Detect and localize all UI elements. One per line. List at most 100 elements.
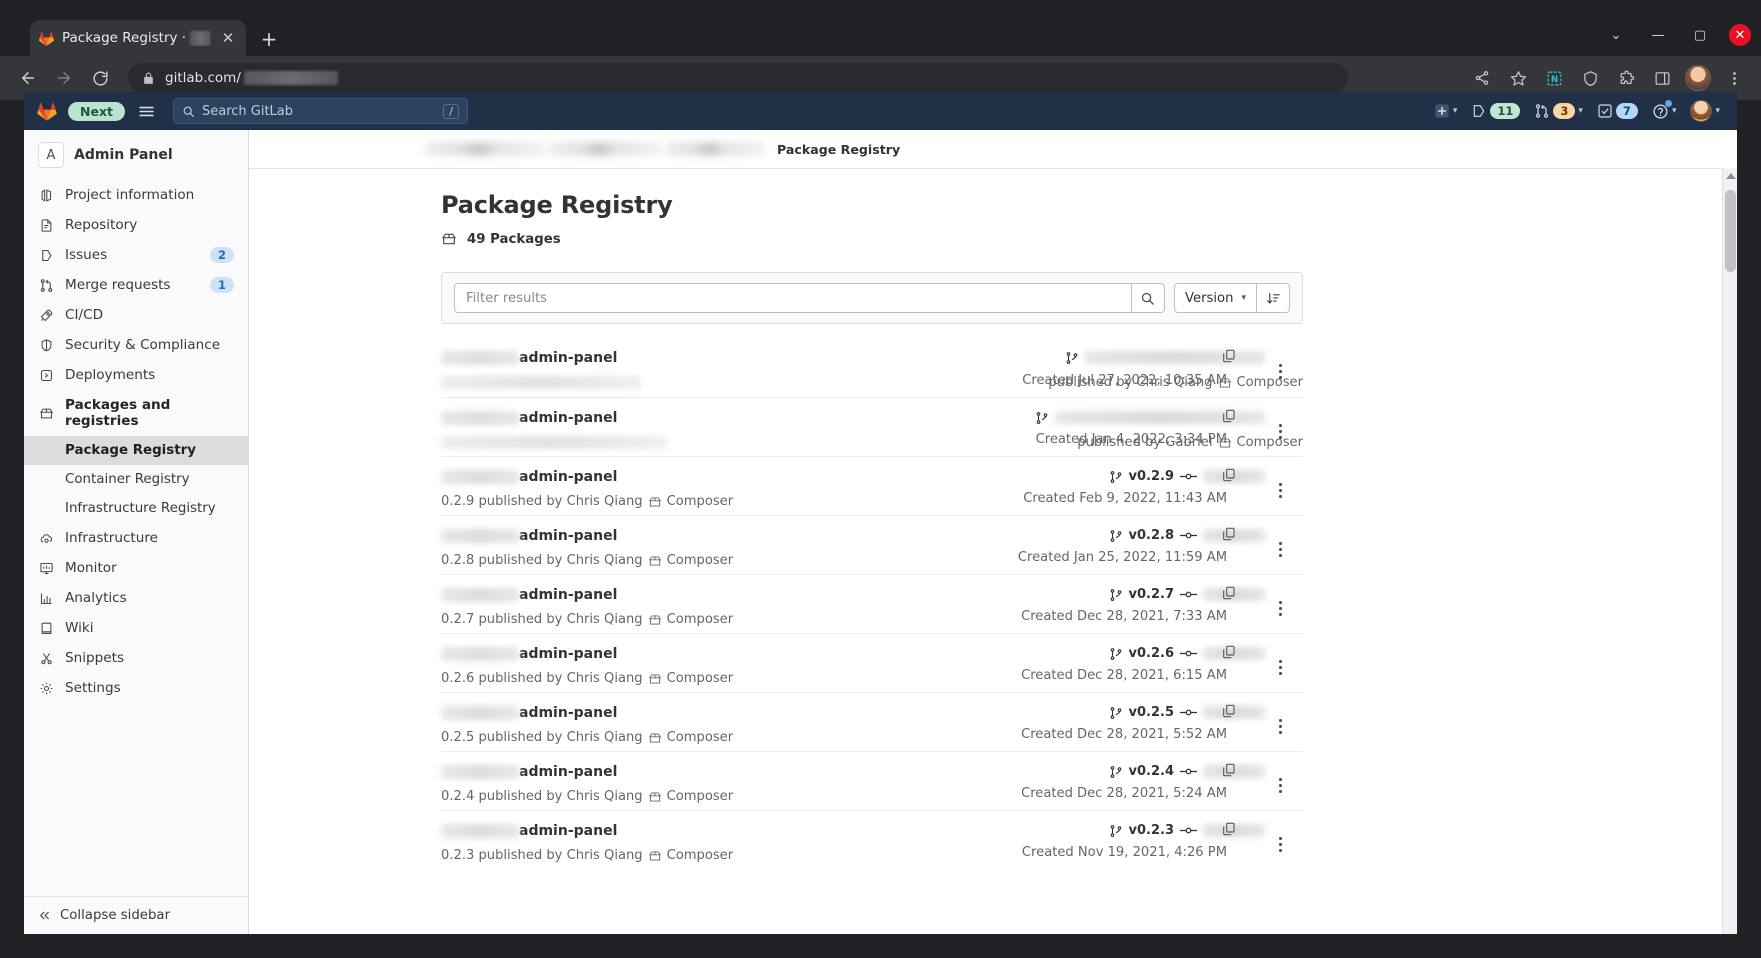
- new-tab-button[interactable]: +: [255, 25, 283, 53]
- copy-icon[interactable]: [1221, 644, 1239, 662]
- rocket-icon: [38, 307, 54, 323]
- more-actions-icon[interactable]: [1269, 595, 1291, 621]
- search-submit-button[interactable]: [1130, 283, 1165, 313]
- table-row[interactable]: admin-panel v0.2.9 0.2.9 published by Ch…: [441, 456, 1303, 515]
- forward-button[interactable]: [48, 62, 80, 94]
- nav-merge-requests-link[interactable]: 3 ▾: [1529, 100, 1588, 122]
- branch-icon: [1109, 765, 1123, 779]
- table-row[interactable]: admin-panel v0.2.4 0.2.4 published by Ch…: [441, 751, 1303, 810]
- collapse-sidebar-button[interactable]: Collapse sidebar: [24, 896, 249, 934]
- sidebar-item-container-registry[interactable]: Container Registry: [24, 465, 248, 494]
- tab-search-chevron-icon[interactable]: ⌄: [1603, 22, 1629, 48]
- filter-results-input[interactable]: Filter results: [454, 283, 1131, 313]
- sidebar-item-merge-requests[interactable]: Merge requests 1: [24, 270, 248, 300]
- package-type-icon: [648, 554, 662, 568]
- page-scrollbar[interactable]: [1722, 168, 1737, 934]
- nav-issues-link[interactable]: 11: [1466, 100, 1525, 122]
- package-name[interactable]: admin-panel: [441, 469, 617, 485]
- table-row[interactable]: admin-panel v0.2.6 0.2.6 published by Ch…: [441, 633, 1303, 692]
- copy-icon[interactable]: [1221, 703, 1239, 721]
- copy-icon[interactable]: [1221, 762, 1239, 780]
- side-panel-icon[interactable]: [1647, 63, 1677, 93]
- copy-icon[interactable]: [1221, 467, 1239, 485]
- sidebar-item-project-information[interactable]: Project information: [24, 180, 248, 210]
- nav-help-button[interactable]: ▾: [1647, 99, 1682, 123]
- bookmark-star-icon[interactable]: [1503, 63, 1533, 93]
- close-tab-icon[interactable]: ✕: [218, 28, 238, 48]
- copy-icon[interactable]: [1221, 526, 1239, 544]
- table-row[interactable]: admin-panel v0.2.8 0.2.8 published by Ch…: [441, 515, 1303, 574]
- scroll-up-arrow-icon[interactable]: [1726, 173, 1736, 179]
- table-row[interactable]: admin-panel v0.2.3 0.2.3 published by Ch…: [441, 810, 1303, 869]
- sidebar-item-infrastructure-registry[interactable]: Infrastructure Registry: [24, 494, 248, 523]
- sidebar-item-deployments[interactable]: Deployments: [24, 360, 248, 390]
- sidebar-item-infrastructure[interactable]: Infrastructure: [24, 523, 248, 553]
- copy-icon[interactable]: [1221, 408, 1239, 426]
- more-actions-icon[interactable]: [1269, 477, 1291, 503]
- reload-button[interactable]: [84, 62, 116, 94]
- table-row[interactable]: admin-panel: [441, 397, 1303, 456]
- copy-icon[interactable]: [1221, 821, 1239, 839]
- copy-icon[interactable]: [1221, 585, 1239, 603]
- sidebar-item-packages-and-registries[interactable]: Packages and registries: [24, 390, 248, 436]
- browser-menu-icon[interactable]: [1719, 63, 1749, 93]
- next-badge[interactable]: Next: [68, 101, 125, 121]
- package-name[interactable]: admin-panel: [441, 350, 617, 366]
- package-name[interactable]: admin-panel: [441, 764, 617, 780]
- extension-n-icon[interactable]: N: [1539, 63, 1569, 93]
- more-actions-icon[interactable]: [1269, 358, 1291, 384]
- copy-icon[interactable]: [1221, 348, 1239, 366]
- sidebar-item-monitor[interactable]: Monitor: [24, 553, 248, 583]
- sidebar-item-settings[interactable]: Settings: [24, 673, 248, 703]
- search-input[interactable]: Search GitLab /: [172, 98, 468, 124]
- user-menu[interactable]: ▾: [1685, 97, 1725, 125]
- create-new-button[interactable]: ▾: [1429, 100, 1463, 122]
- more-actions-icon[interactable]: [1269, 713, 1291, 739]
- minimize-button[interactable]: —: [1645, 22, 1671, 48]
- maximize-button[interactable]: ▢: [1687, 22, 1713, 48]
- more-actions-icon[interactable]: [1269, 772, 1291, 798]
- nav-todos-link[interactable]: 7: [1592, 100, 1643, 122]
- sidebar-item-package-registry[interactable]: Package Registry: [24, 436, 248, 465]
- gitlab-logo[interactable]: [36, 100, 58, 122]
- sidebar-item-issues[interactable]: Issues 2: [24, 240, 248, 270]
- package-name[interactable]: admin-panel: [441, 528, 617, 544]
- sidebar-item-wiki[interactable]: Wiki: [24, 613, 248, 643]
- sidebar-item-snippets[interactable]: Snippets: [24, 643, 248, 673]
- breadcrumb-redacted-section[interactable]: [665, 142, 765, 156]
- table-row[interactable]: admin-panel v0.2.7 0.2.7 published by Ch…: [441, 574, 1303, 633]
- more-actions-icon[interactable]: [1269, 654, 1291, 680]
- sort-field-dropdown[interactable]: Version ▾: [1173, 283, 1257, 313]
- table-row[interactable]: admin-panel: [441, 338, 1303, 397]
- breadcrumb-redacted-group[interactable]: [425, 142, 545, 156]
- sidebar-item-ci-cd[interactable]: CI/CD: [24, 300, 248, 330]
- package-name[interactable]: admin-panel: [441, 823, 617, 839]
- puzzle-extension-icon[interactable]: [1611, 63, 1641, 93]
- more-actions-icon[interactable]: [1269, 831, 1291, 857]
- sidebar-item-analytics[interactable]: Analytics: [24, 583, 248, 613]
- menu-icon[interactable]: [135, 99, 159, 123]
- shield-icon[interactable]: [1575, 63, 1605, 93]
- back-button[interactable]: [12, 62, 44, 94]
- project-header[interactable]: A Admin Panel: [24, 130, 248, 178]
- scrollbar-thumb[interactable]: [1725, 190, 1736, 272]
- package-name[interactable]: admin-panel: [441, 705, 617, 721]
- more-actions-icon[interactable]: [1269, 418, 1291, 444]
- package-name[interactable]: admin-panel: [441, 410, 617, 426]
- address-bar[interactable]: gitlab.com/: [128, 63, 1348, 93]
- package-name[interactable]: admin-panel: [441, 587, 617, 603]
- more-actions-icon[interactable]: [1269, 536, 1291, 562]
- table-row[interactable]: admin-panel v0.2.5 0.2.5 published by Ch…: [441, 692, 1303, 751]
- commit-icon: [1180, 766, 1197, 777]
- package-name[interactable]: admin-panel: [441, 646, 617, 662]
- browser-tab[interactable]: Package Registry · ✕: [30, 20, 246, 56]
- redacted-version-label: [441, 436, 667, 449]
- sidebar-item-repository[interactable]: Repository: [24, 210, 248, 240]
- sidebar-item-security-compliance[interactable]: Security & Compliance: [24, 330, 248, 360]
- sort-direction-button[interactable]: [1257, 283, 1290, 313]
- breadcrumb-redacted-project[interactable]: [549, 142, 661, 156]
- profile-avatar[interactable]: [1683, 63, 1713, 93]
- share-icon[interactable]: [1467, 63, 1497, 93]
- merge-requests-count-badge: 3: [1553, 103, 1576, 119]
- close-window-button[interactable]: ✕: [1729, 24, 1751, 46]
